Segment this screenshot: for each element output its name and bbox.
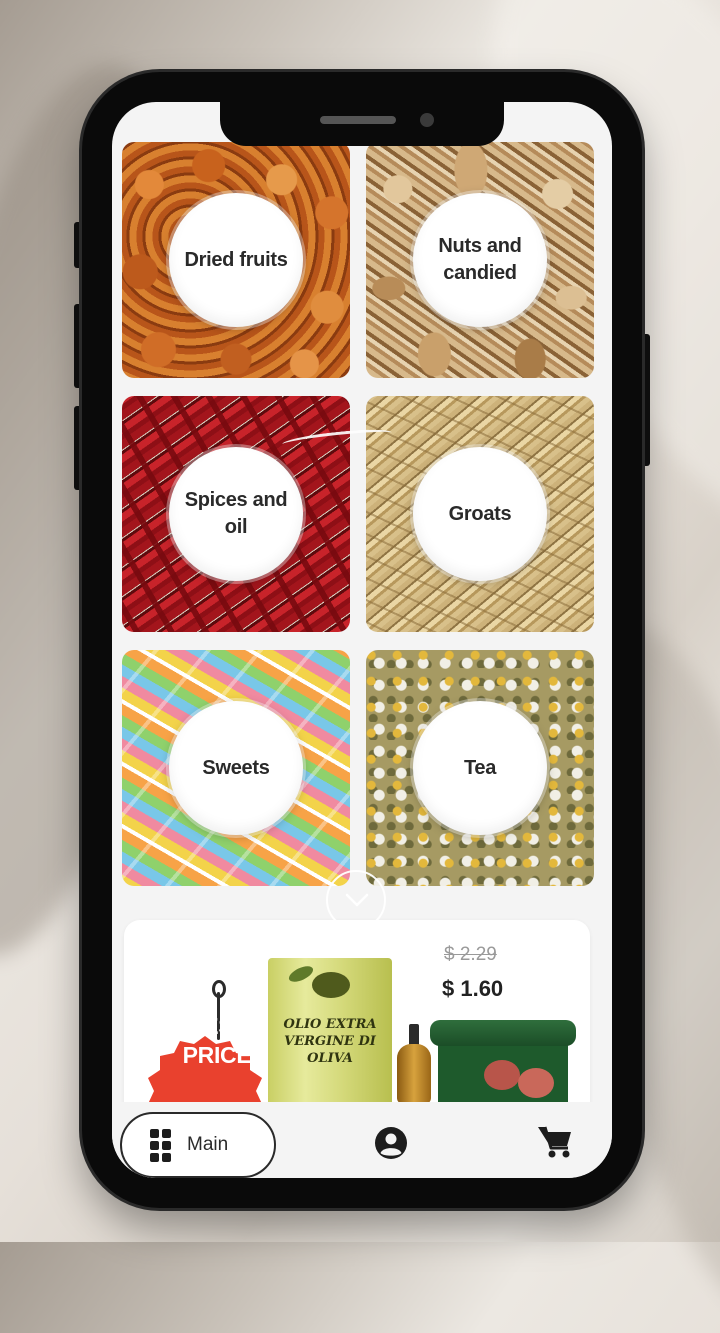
olive-oil-tin: OLIO EXTRA VERGINE DI OLIVA — [268, 958, 392, 1120]
bottom-navigation: Main — [112, 1102, 612, 1178]
nav-main-button[interactable]: Main — [120, 1112, 276, 1178]
olive-oil-tin-label: OLIO EXTRA VERGINE DI OLIVA — [283, 1017, 377, 1066]
category-label-bubble: Tea — [413, 701, 547, 835]
category-label-bubble: Spices and oil — [169, 447, 303, 581]
olive-graphic — [312, 972, 350, 998]
phone-frame: Dried fruits Nuts and candied Spices and… — [82, 72, 642, 1208]
user-circle-icon[interactable] — [374, 1126, 408, 1160]
category-label: Dried fruits — [184, 248, 288, 271]
front-camera — [420, 113, 434, 127]
best-price-promo-card[interactable]: BEST PRICE OLIO EXTRA VERGINE DI OLIVA $… — [124, 920, 590, 1120]
category-label: Nuts and candied — [438, 235, 522, 284]
speaker-grille — [320, 116, 396, 124]
jar-fruit — [518, 1068, 554, 1098]
jar-fruit — [484, 1060, 520, 1090]
category-label-bubble: Groats — [413, 447, 547, 581]
category-label: Spices and oil — [184, 489, 288, 538]
category-label-bubble: Dried fruits — [169, 193, 303, 327]
jar-lid — [430, 1020, 576, 1046]
best-price-label: BEST PRICE — [182, 1013, 252, 1068]
category-tile-dried-fruits[interactable]: Dried fruits — [122, 142, 350, 378]
oil-bottle-image — [394, 1024, 434, 1114]
grid-menu-icon — [150, 1128, 171, 1162]
chevron-down-icon — [345, 893, 369, 907]
category-label: Groats — [448, 502, 512, 525]
shopping-cart-icon[interactable] — [536, 1124, 574, 1160]
category-label-bubble: Nuts and candied — [413, 193, 547, 327]
category-tile-groats[interactable]: Groats — [366, 396, 594, 632]
nav-main-label: Main — [187, 1134, 229, 1155]
category-grid: Dried fruits Nuts and candied Spices and… — [122, 142, 594, 886]
scroll-down-button[interactable] — [326, 870, 386, 930]
phone-notch — [220, 102, 504, 146]
category-tile-spices-and-oil[interactable]: Spices and oil — [122, 396, 350, 632]
category-tile-nuts-and-candied[interactable]: Nuts and candied — [366, 142, 594, 378]
olive-leaf-graphic — [286, 963, 316, 985]
category-label: Sweets — [202, 756, 270, 779]
bottle-body — [397, 1044, 431, 1104]
bottle-neck — [409, 1024, 419, 1046]
category-tile-tea[interactable]: Tea — [366, 650, 594, 886]
new-price: $ 1.60 — [442, 976, 504, 1001]
category-tile-sweets[interactable]: Sweets — [122, 650, 350, 886]
old-price: $ 2.29 — [444, 944, 497, 965]
app-screen: Dried fruits Nuts and candied Spices and… — [112, 102, 612, 1178]
category-label-bubble: Sweets — [169, 701, 303, 835]
category-label: Tea — [463, 756, 497, 779]
